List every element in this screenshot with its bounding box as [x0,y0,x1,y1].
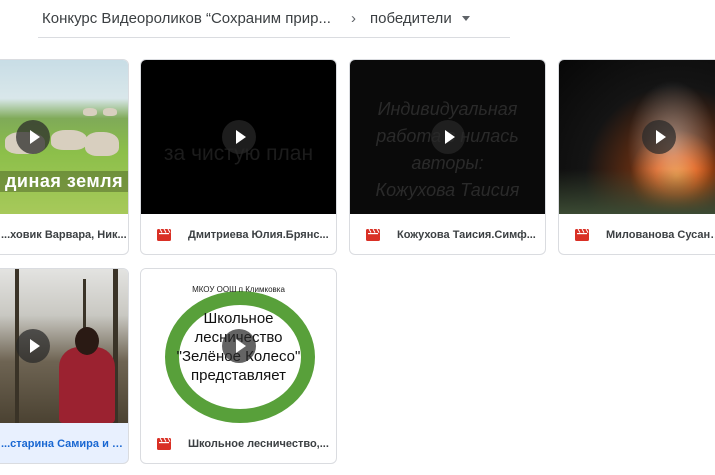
breadcrumb-current-folder[interactable]: победители [370,10,470,27]
video-thumbnail [559,60,715,214]
file-name: Дмитриева Юлия.Брянс... [141,214,336,254]
horse-shape [51,130,87,150]
person-shape [59,347,115,423]
video-thumbnail: диная земля [0,60,128,214]
file-name: Кожухова Таисия.Симф... [350,214,545,254]
video-file-icon [157,229,171,241]
file-card[interactable]: Индивидуальная работа с нилась авторы: К… [349,59,546,255]
play-icon[interactable] [221,329,256,363]
file-name: ...ховик Варвара, Ник... [1,229,127,241]
horse-shape [103,108,117,116]
dropdown-caret-icon[interactable] [461,16,470,21]
grass-shape [559,169,715,214]
horse-shape [83,108,97,116]
play-icon[interactable] [16,329,50,363]
play-icon[interactable] [16,120,50,154]
chevron-right-icon: › [350,10,356,27]
play-icon[interactable] [221,120,256,154]
video-file-icon [366,229,380,241]
video-thumbnail: Индивидуальная работа с нилась авторы: К… [350,60,545,214]
video-file-icon [157,438,171,450]
breadcrumb-parent-folder[interactable]: Конкурс Видеороликов “Сохраним прир... [38,10,331,27]
drive-folder-view: Конкурс Видеороликов “Сохраним прир... ›… [0,0,715,475]
breadcrumb-current-label: победители [369,10,452,27]
video-thumbnail: МКОУ ООШ п Климковка Школьное лесничеств… [141,269,336,423]
play-icon[interactable] [430,120,465,154]
thumbnail-title-text: диная земля [0,171,128,192]
school-name-text: МКОУ ООШ п Климковка [192,285,285,294]
horse-shape [85,132,119,156]
play-icon[interactable] [642,120,676,154]
video-thumbnail [0,269,128,423]
person-head-shape [75,327,99,355]
file-card[interactable]: ...старина Самира и Ди... [0,268,129,464]
file-name: Милованова Сусанна... [559,214,715,254]
file-name: Школьное лесничество,... [141,423,336,463]
file-card[interactable]: диная земля ...ховик Варвара, Ник... [0,59,129,255]
file-card[interactable]: МКОУ ООШ п Климковка Школьное лесничеств… [140,268,337,464]
video-file-icon [575,229,589,241]
breadcrumb: Конкурс Видеороликов “Сохраним прир... ›… [38,0,510,38]
file-card[interactable]: за чистую план Дмитриева Юлия.Брянс... [140,59,337,255]
video-thumbnail: за чистую план [141,60,336,214]
file-card[interactable]: Милованова Сусанна... [558,59,715,255]
file-name: ...старина Самира и Ди... [1,438,128,450]
